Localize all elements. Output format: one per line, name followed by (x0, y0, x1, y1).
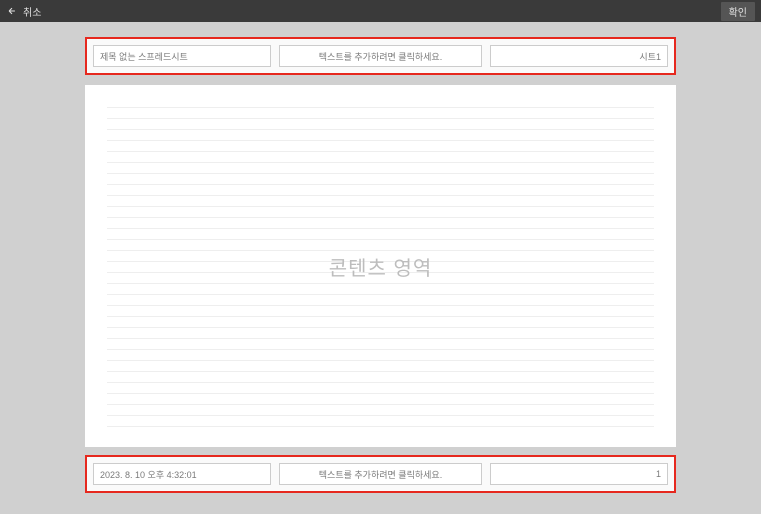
header-section: 제목 없는 스프레드시트 텍스트를 추가하려면 클릭하세요. 시트1 (0, 22, 761, 85)
top-toolbar: 취소 확인 (0, 0, 761, 22)
back-arrow-icon[interactable] (6, 5, 18, 17)
document-title-field[interactable]: 제목 없는 스프레드시트 (93, 45, 271, 67)
timestamp-field[interactable]: 2023. 8. 10 오후 4:32:01 (93, 463, 271, 485)
footer-fields-box: 2023. 8. 10 오후 4:32:01 텍스트를 추가하려면 클릭하세요.… (85, 455, 676, 493)
content-ruled-area[interactable]: 콘텐츠 영역 (107, 97, 654, 435)
cancel-button[interactable]: 취소 (23, 4, 41, 19)
page-number-field[interactable]: 1 (490, 463, 668, 485)
footer-center-field[interactable]: 텍스트를 추가하려면 클릭하세요. (279, 463, 482, 485)
header-center-field[interactable]: 텍스트를 추가하려면 클릭하세요. (279, 45, 482, 67)
content-placeholder-text: 콘텐츠 영역 (329, 252, 433, 281)
footer-section: 2023. 8. 10 오후 4:32:01 텍스트를 추가하려면 클릭하세요.… (0, 447, 761, 503)
header-fields-box: 제목 없는 스프레드시트 텍스트를 추가하려면 클릭하세요. 시트1 (85, 37, 676, 75)
confirm-button[interactable]: 확인 (721, 2, 755, 21)
content-page: 콘텐츠 영역 (85, 85, 676, 447)
toolbar-left: 취소 (6, 4, 41, 19)
sheet-name-field[interactable]: 시트1 (490, 45, 668, 67)
